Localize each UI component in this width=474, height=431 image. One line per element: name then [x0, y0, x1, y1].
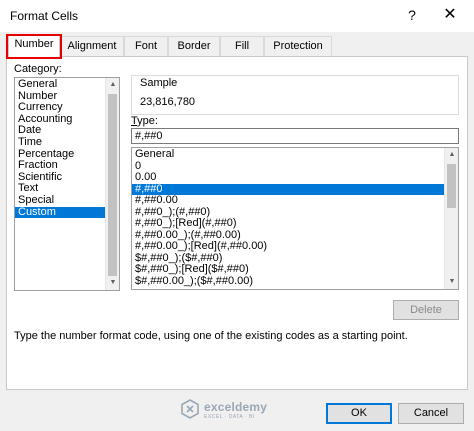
- category-item[interactable]: Time: [15, 136, 109, 149]
- tab-protection[interactable]: Protection: [264, 36, 332, 56]
- title-bar: Format Cells ? ✕: [0, 0, 474, 32]
- category-list[interactable]: General Number Currency Accounting Date Time P…: [14, 77, 120, 291]
- scroll-up-arrow-icon[interactable]: ▲: [106, 78, 119, 92]
- ok-button[interactable]: OK: [326, 403, 392, 424]
- tab-strip: Number Alignment Font Border Fill Protec…: [6, 34, 468, 57]
- category-item[interactable]: Special: [15, 194, 109, 207]
- exceldemy-logo-icon: [181, 399, 199, 419]
- type-label-text: ype:: [137, 115, 158, 127]
- scroll-down-arrow-icon[interactable]: ▼: [106, 276, 119, 290]
- category-items: General Number Currency Accounting Date Time P…: [15, 78, 109, 219]
- type-format-item[interactable]: General: [132, 148, 444, 161]
- type-format-item[interactable]: 0.00: [132, 172, 444, 184]
- tab-fill[interactable]: Fill: [220, 36, 264, 56]
- type-list[interactable]: General 0 0.00 #,##0 #,##0.00 #,##0_);(#,##0)…: [131, 147, 459, 290]
- watermark: exceldemy EXCEL · DATA · BI: [180, 397, 300, 423]
- category-scrollbar[interactable]: ▲ ▼: [105, 78, 119, 290]
- type-scrollbar[interactable]: ▲ ▼: [444, 148, 458, 289]
- type-items: General 0 0.00 #,##0 #,##0.00 #,##0_);(#,##0)…: [132, 148, 444, 288]
- cancel-button[interactable]: Cancel: [398, 403, 464, 424]
- sample-label: Sample: [138, 77, 180, 89]
- type-format-item[interactable]: #,##0: [132, 183, 444, 196]
- tab-font[interactable]: Font: [124, 36, 168, 56]
- tab-alignment[interactable]: Alignment: [60, 36, 124, 56]
- scroll-up-arrow-icon[interactable]: ▲: [445, 148, 458, 162]
- sample-groupbox: [131, 75, 459, 115]
- category-item[interactable]: Custom: [15, 206, 109, 219]
- category-label: Category:: [14, 63, 62, 75]
- dialog-title: Format Cells: [10, 9, 79, 23]
- delete-button[interactable]: Delete: [393, 300, 459, 320]
- category-item[interactable]: Fraction: [15, 160, 109, 172]
- type-input[interactable]: [131, 128, 459, 144]
- close-button[interactable]: ✕: [434, 3, 466, 27]
- sample-value: 23,816,780: [140, 96, 196, 108]
- type-format-item[interactable]: #,##0.00: [132, 195, 444, 207]
- watermark-tagline: EXCEL · DATA · BI: [204, 414, 255, 420]
- type-label: Type:: [131, 115, 158, 127]
- tab-border[interactable]: Border: [168, 36, 220, 56]
- type-description: Type the number format code, using one o…: [14, 330, 408, 342]
- type-scroll-thumb[interactable]: [447, 164, 456, 208]
- watermark-name: exceldemy: [204, 400, 268, 414]
- category-scroll-thumb[interactable]: [108, 94, 117, 276]
- type-format-item[interactable]: $#,##0.00_);($#,##0.00): [132, 275, 444, 288]
- category-item[interactable]: General: [15, 78, 109, 91]
- tab-number[interactable]: Number: [8, 34, 60, 57]
- type-format-item[interactable]: 0: [132, 160, 444, 173]
- help-button[interactable]: ?: [398, 3, 426, 27]
- scroll-down-arrow-icon[interactable]: ▼: [445, 275, 458, 289]
